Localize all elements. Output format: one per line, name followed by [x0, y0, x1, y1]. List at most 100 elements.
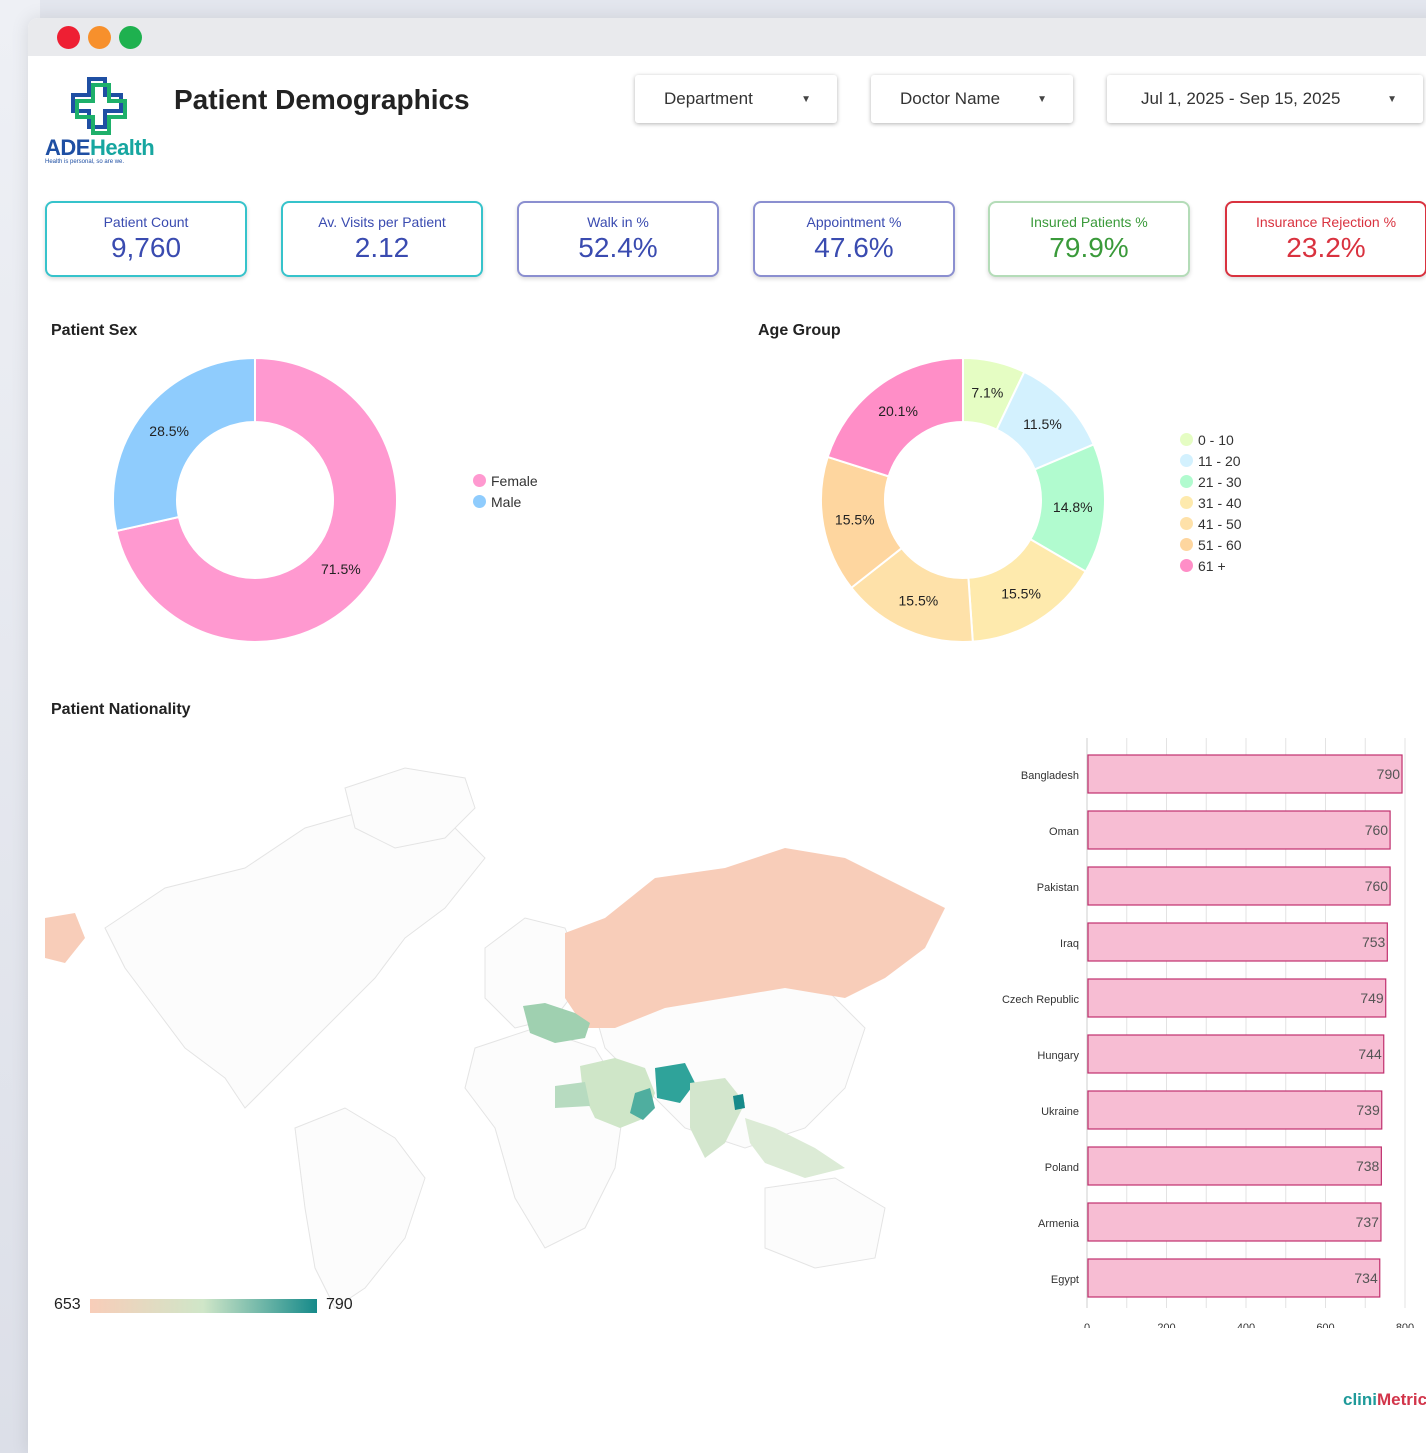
legend-item[interactable]: 51 - 60 — [1180, 534, 1242, 555]
bar-value-label: 760 — [1365, 878, 1389, 894]
department-dropdown[interactable]: Department ▼ — [635, 75, 837, 123]
map-color-scale — [90, 1299, 317, 1313]
bar-value-label: 744 — [1358, 1046, 1382, 1062]
nationality-bar-chart: Bangladesh 790 Oman 760 Pakistan 760 Iraq 753 Cz… — [1002, 738, 1414, 1328]
logo-tagline: Health is personal, so are we. — [45, 159, 125, 165]
legend-label: 61 + — [1198, 557, 1226, 574]
legend-swatch — [1180, 475, 1193, 488]
bar-value-label: 734 — [1354, 1270, 1378, 1286]
bar[interactable] — [1087, 1146, 1382, 1186]
bar[interactable] — [1087, 1034, 1385, 1074]
bar-value-label: 760 — [1365, 822, 1389, 838]
category-label: Iraq — [1060, 938, 1079, 950]
doctor-name-dropdown[interactable]: Doctor Name ▼ — [871, 75, 1073, 123]
legend-swatch — [1180, 454, 1193, 467]
africa-shape — [464, 1027, 626, 1249]
slice-label: 71.5% — [321, 561, 361, 577]
legend-item[interactable]: 11 - 20 — [1180, 450, 1242, 471]
brand-part-b: Metric — [1377, 1390, 1426, 1409]
legend-item[interactable]: 31 - 40 — [1180, 492, 1242, 513]
kpi-label: Insurance Rejection % — [1255, 214, 1397, 230]
minimize-window-button[interactable] — [88, 25, 111, 49]
legend-label: 41 - 50 — [1198, 515, 1242, 532]
category-label: Egypt — [1051, 1274, 1079, 1286]
close-window-button[interactable] — [57, 25, 80, 49]
bar[interactable] — [1087, 754, 1403, 794]
kpi-value: 52.4% — [578, 232, 658, 263]
bar[interactable] — [1087, 1202, 1382, 1242]
bar[interactable] — [1087, 922, 1388, 962]
legend-label: 0 - 10 — [1198, 431, 1234, 448]
category-label: Hungary — [1037, 1050, 1079, 1062]
donut-slice[interactable] — [112, 356, 256, 533]
climetric-brand-logo: cliniMetric — [1343, 1390, 1426, 1410]
bar[interactable] — [1087, 810, 1391, 850]
australia-shape — [764, 1177, 886, 1269]
kpi-card-appointment: Appointment % 47.6% — [753, 201, 955, 277]
caret-down-icon: ▼ — [801, 93, 811, 105]
legend-swatch — [1180, 433, 1193, 446]
patient-nationality-world-map — [45, 767, 945, 1309]
bar[interactable] — [1087, 1090, 1383, 1130]
patient-nationality-title: Patient Nationality — [51, 701, 191, 718]
window-titlebar — [28, 18, 1426, 56]
legend-item[interactable]: 61 + — [1180, 555, 1242, 576]
kpi-label: Walk in % — [587, 214, 649, 230]
maximize-window-button[interactable] — [119, 25, 142, 49]
legend-item[interactable]: 41 - 50 — [1180, 513, 1242, 534]
legend-label: Female — [491, 472, 538, 489]
category-label: Bangladesh — [1021, 770, 1079, 782]
kpi-card-insurance-rejection: Insurance Rejection % 23.2% — [1225, 201, 1426, 277]
kpi-label: Patient Count — [103, 214, 189, 230]
legend-item[interactable]: Male — [473, 491, 538, 512]
slice-label: 20.1% — [878, 403, 918, 419]
x-tick-label: 800 — [1396, 1322, 1414, 1328]
legend-item[interactable]: Female — [473, 470, 538, 491]
brand-part-a: clini — [1343, 1390, 1378, 1409]
kpi-label: Insured Patients % — [1030, 214, 1148, 230]
map-scale-min: 653 — [54, 1296, 81, 1313]
category-label: Czech Republic — [1002, 994, 1080, 1006]
legend-item[interactable]: 0 - 10 — [1180, 429, 1242, 450]
department-dropdown-label: Department — [664, 89, 753, 108]
north-america-shape — [104, 807, 486, 1109]
category-label: Oman — [1049, 826, 1079, 838]
bar-value-label: 739 — [1356, 1102, 1380, 1118]
bar[interactable] — [1087, 978, 1387, 1018]
bar[interactable] — [1087, 866, 1391, 906]
map-scale-max: 790 — [326, 1296, 353, 1313]
date-range-picker[interactable]: Jul 1, 2025 - Sep 15, 2025 ▼ — [1107, 75, 1423, 123]
legend-label: Male — [491, 493, 522, 510]
bar[interactable] — [1087, 1258, 1381, 1298]
slice-label: 11.5% — [1023, 416, 1062, 432]
browser-window: ADEHealth Health is personal, so are we.… — [28, 18, 1426, 1453]
caret-down-icon: ▼ — [1387, 93, 1397, 105]
legend-swatch — [1180, 496, 1193, 509]
x-tick-label: 0 — [1084, 1322, 1090, 1328]
patient-sex-legend: Female Male — [473, 470, 538, 512]
legend-swatch — [1180, 517, 1193, 530]
kpi-label: Appointment % — [806, 214, 902, 230]
legend-label: 21 - 30 — [1198, 473, 1242, 490]
legend-label: 31 - 40 — [1198, 494, 1242, 511]
x-tick-label: 200 — [1157, 1322, 1175, 1328]
logo-brand-a: ADE — [45, 135, 90, 160]
kpi-card-insured-patients: Insured Patients % 79.9% — [988, 201, 1190, 277]
kpi-card-avg-visits: Av. Visits per Patient 2.12 — [281, 201, 483, 277]
legend-swatch — [1180, 538, 1193, 551]
kpi-label: Av. Visits per Patient — [318, 214, 446, 230]
doctor-name-dropdown-label: Doctor Name — [900, 89, 1001, 108]
category-label: Ukraine — [1041, 1106, 1079, 1118]
caret-down-icon: ▼ — [1037, 93, 1047, 105]
legend-item[interactable]: 21 - 30 — [1180, 471, 1242, 492]
legend-swatch — [473, 474, 486, 487]
slice-label: 28.5% — [149, 423, 189, 439]
date-range-label: Jul 1, 2025 - Sep 15, 2025 — [1141, 89, 1341, 108]
patient-sex-donut-chart: 71.5% 28.5% — [112, 356, 398, 643]
south-america-shape — [294, 1107, 426, 1309]
slice-label: 7.1% — [971, 385, 1003, 401]
slice-label: 15.5% — [835, 512, 875, 528]
x-tick-label: 400 — [1237, 1322, 1255, 1328]
bar-value-label: 749 — [1360, 990, 1384, 1006]
slice-label: 15.5% — [1001, 585, 1041, 601]
